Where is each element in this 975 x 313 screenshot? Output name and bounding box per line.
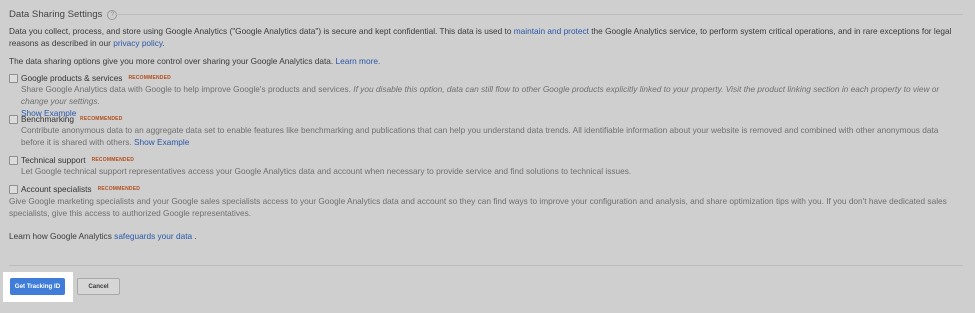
options-intro: The data sharing options give you more c… bbox=[9, 56, 955, 68]
safeguards-line: Learn how Google Analytics safeguards yo… bbox=[9, 231, 955, 243]
safeguards-text: Learn how Google Analytics bbox=[9, 231, 115, 241]
safeguards-link[interactable]: safeguards your data bbox=[114, 231, 192, 241]
footer-divider bbox=[9, 265, 963, 266]
section-header: Data Sharing Settings ? bbox=[9, 8, 118, 20]
option-technical-support-desc: Let Google technical support representat… bbox=[21, 166, 955, 178]
safeguards-suffix: . bbox=[192, 231, 197, 241]
option-desc-italic: If you disable this option, data can sti… bbox=[353, 84, 758, 94]
product-linking-link[interactable]: product linking bbox=[757, 84, 811, 94]
option-google-products-desc: Share Google Analytics data with Google … bbox=[21, 84, 965, 119]
help-icon[interactable]: ? bbox=[107, 10, 118, 20]
header-divider bbox=[115, 14, 963, 15]
option-label: Benchmarking bbox=[21, 114, 75, 124]
section-title: Data Sharing Settings bbox=[9, 8, 103, 20]
recommended-badge: RECOMMENDED bbox=[80, 116, 123, 122]
option-label: Technical support bbox=[21, 155, 86, 165]
get-tracking-id-button[interactable]: Get Tracking ID bbox=[10, 278, 65, 295]
option-account-specialists-desc: Give Google marketing specialists and yo… bbox=[9, 196, 963, 220]
benchmarking-checkbox[interactable] bbox=[9, 115, 18, 124]
recommended-badge: RECOMMENDED bbox=[128, 75, 171, 81]
option-desc-text: Share Google Analytics data with Google … bbox=[21, 84, 354, 94]
cancel-button[interactable]: Cancel bbox=[77, 278, 120, 295]
intro-paragraph: Data you collect, process, and store usi… bbox=[9, 26, 955, 49]
show-example-link[interactable]: Show Example bbox=[134, 137, 189, 147]
recommended-badge: RECOMMENDED bbox=[97, 186, 141, 192]
option-account-specialists: Account specialists RECOMMENDED bbox=[21, 184, 140, 194]
option-desc-text: Let Google technical support representat… bbox=[21, 166, 632, 176]
learn-more-link[interactable]: Learn more. bbox=[336, 56, 381, 66]
intro-text: Data you collect, process, and store usi… bbox=[9, 26, 514, 36]
option-benchmarking-desc: Contribute anonymous data to an aggregat… bbox=[21, 125, 955, 149]
option-google-products: Google products & services RECOMMENDED bbox=[21, 73, 171, 83]
option-label: Google products & services bbox=[21, 73, 123, 83]
maintain-protect-link[interactable]: maintain and protect bbox=[514, 26, 589, 36]
account-specialists-checkbox[interactable] bbox=[9, 185, 18, 194]
option-label: Account specialists bbox=[21, 184, 92, 194]
options-intro-text: The data sharing options give you more c… bbox=[9, 56, 336, 66]
recommended-badge: RECOMMENDED bbox=[91, 157, 135, 163]
option-benchmarking: Benchmarking RECOMMENDED bbox=[21, 114, 123, 124]
privacy-policy-link[interactable]: privacy policy bbox=[113, 38, 162, 48]
technical-support-checkbox[interactable] bbox=[9, 156, 18, 165]
intro-text-3: . bbox=[162, 37, 165, 48]
option-technical-support: Technical support RECOMMENDED bbox=[21, 155, 134, 165]
google-products-checkbox[interactable] bbox=[9, 74, 18, 83]
option-desc-text: Give Google marketing specialists and yo… bbox=[9, 196, 947, 218]
